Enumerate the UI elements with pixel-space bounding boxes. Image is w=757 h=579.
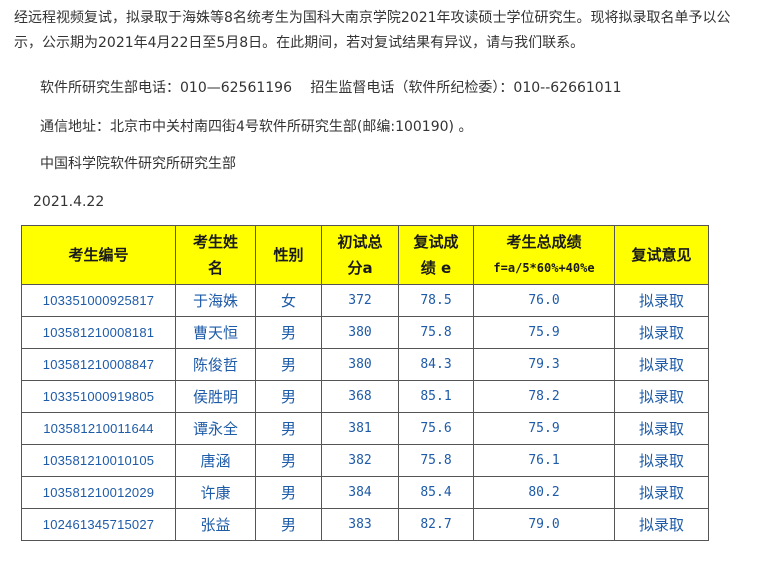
cell-initial: 368 bbox=[321, 380, 399, 413]
cell-initial: 380 bbox=[321, 316, 399, 349]
header-total-score: 考生总成绩 f=a/5*60%+40%e bbox=[473, 225, 615, 285]
cell-retest: 82.7 bbox=[398, 508, 474, 541]
cell-opinion: 拟录取 bbox=[614, 444, 709, 477]
header-opinion: 复试意见 bbox=[614, 225, 709, 285]
cell-initial: 380 bbox=[321, 348, 399, 381]
cell-retest: 85.4 bbox=[398, 476, 474, 509]
cell-total: 79.3 bbox=[473, 348, 615, 381]
admission-table: 考生编号 考生姓 名 性别 初试总 分a 复试成 绩 e 考生总成绩 f=a/5… bbox=[21, 225, 709, 541]
table-row: 103581210008847 陈俊哲 男 380 84.3 79.3 拟录取 bbox=[21, 348, 709, 381]
cell-name: 许康 bbox=[175, 476, 256, 509]
table-header-row: 考生编号 考生姓 名 性别 初试总 分a 复试成 绩 e 考生总成绩 f=a/5… bbox=[21, 225, 709, 285]
cell-name: 侯胜明 bbox=[175, 380, 256, 413]
cell-total: 80.2 bbox=[473, 476, 615, 509]
cell-name: 谭永全 bbox=[175, 412, 256, 445]
cell-total: 79.0 bbox=[473, 508, 615, 541]
cell-opinion: 拟录取 bbox=[614, 412, 709, 445]
cell-retest: 85.1 bbox=[398, 380, 474, 413]
cell-gender: 男 bbox=[255, 348, 322, 381]
cell-id: 103581210011644 bbox=[21, 412, 176, 445]
cell-retest: 75.6 bbox=[398, 412, 474, 445]
cell-total: 75.9 bbox=[473, 412, 615, 445]
table-row: 103581210011644 谭永全 男 381 75.6 75.9 拟录取 bbox=[21, 412, 709, 445]
cell-opinion: 拟录取 bbox=[614, 316, 709, 349]
table-row: 102461345715027 张益 男 383 82.7 79.0 拟录取 bbox=[21, 508, 709, 541]
header-id: 考生编号 bbox=[21, 225, 176, 285]
cell-retest: 75.8 bbox=[398, 316, 474, 349]
table-row: 103351000925817 于海姝 女 372 78.5 76.0 拟录取 bbox=[21, 284, 709, 317]
cell-opinion: 拟录取 bbox=[614, 348, 709, 381]
cell-gender: 男 bbox=[255, 444, 322, 477]
cell-id: 103581210012029 bbox=[21, 476, 176, 509]
cell-name: 陈俊哲 bbox=[175, 348, 256, 381]
cell-id: 103581210008847 bbox=[21, 348, 176, 381]
cell-id: 103581210008181 bbox=[21, 316, 176, 349]
table-row: 103581210008181 曹天恒 男 380 75.8 75.9 拟录取 bbox=[21, 316, 709, 349]
cell-retest: 78.5 bbox=[398, 284, 474, 317]
cell-opinion: 拟录取 bbox=[614, 284, 709, 317]
cell-id: 103351000925817 bbox=[21, 284, 176, 317]
cell-gender: 女 bbox=[255, 284, 322, 317]
cell-opinion: 拟录取 bbox=[614, 476, 709, 509]
cell-opinion: 拟录取 bbox=[614, 380, 709, 413]
cell-name: 张益 bbox=[175, 508, 256, 541]
cell-id: 103351000919805 bbox=[21, 380, 176, 413]
notice-date: 2021.4.22 bbox=[33, 194, 105, 210]
cell-retest: 84.3 bbox=[398, 348, 474, 381]
header-initial-score: 初试总 分a bbox=[321, 225, 399, 285]
cell-gender: 男 bbox=[255, 412, 322, 445]
cell-initial: 372 bbox=[321, 284, 399, 317]
cell-id: 102461345715027 bbox=[21, 508, 176, 541]
cell-name: 曹天恒 bbox=[175, 316, 256, 349]
header-name: 考生姓 名 bbox=[175, 225, 256, 285]
cell-total: 78.2 bbox=[473, 380, 615, 413]
cell-initial: 382 bbox=[321, 444, 399, 477]
cell-gender: 男 bbox=[255, 316, 322, 349]
address-line: 通信地址：北京市中关村南四街4号软件所研究生部(邮编:100190) 。 bbox=[40, 119, 473, 135]
intro-paragraph: 经远程视频复试，拟录取于海姝等8名统考生为国科大南京学院2021年攻读硕士学位研… bbox=[14, 10, 731, 51]
cell-gender: 男 bbox=[255, 476, 322, 509]
table-row: 103581210010105 唐涵 男 382 75.8 76.1 拟录取 bbox=[21, 444, 709, 477]
table-row: 103351000919805 侯胜明 男 368 85.1 78.2 拟录取 bbox=[21, 380, 709, 413]
cell-name: 唐涵 bbox=[175, 444, 256, 477]
cell-opinion: 拟录取 bbox=[614, 508, 709, 541]
cell-total: 75.9 bbox=[473, 316, 615, 349]
cell-initial: 384 bbox=[321, 476, 399, 509]
cell-initial: 383 bbox=[321, 508, 399, 541]
cell-retest: 75.8 bbox=[398, 444, 474, 477]
cell-gender: 男 bbox=[255, 508, 322, 541]
cell-initial: 381 bbox=[321, 412, 399, 445]
header-retest-score: 复试成 绩 e bbox=[398, 225, 474, 285]
header-gender: 性别 bbox=[255, 225, 322, 285]
cell-id: 103581210010105 bbox=[21, 444, 176, 477]
cell-total: 76.0 bbox=[473, 284, 615, 317]
table-row: 103581210012029 许康 男 384 85.4 80.2 拟录取 bbox=[21, 476, 709, 509]
cell-name: 于海姝 bbox=[175, 284, 256, 317]
cell-gender: 男 bbox=[255, 380, 322, 413]
organization-line: 中国科学院软件研究所研究生部 bbox=[40, 156, 236, 172]
cell-total: 76.1 bbox=[473, 444, 615, 477]
contact-line: 软件所研究生部电话：010—62561196 招生监督电话（软件所纪检委）：01… bbox=[40, 80, 622, 96]
